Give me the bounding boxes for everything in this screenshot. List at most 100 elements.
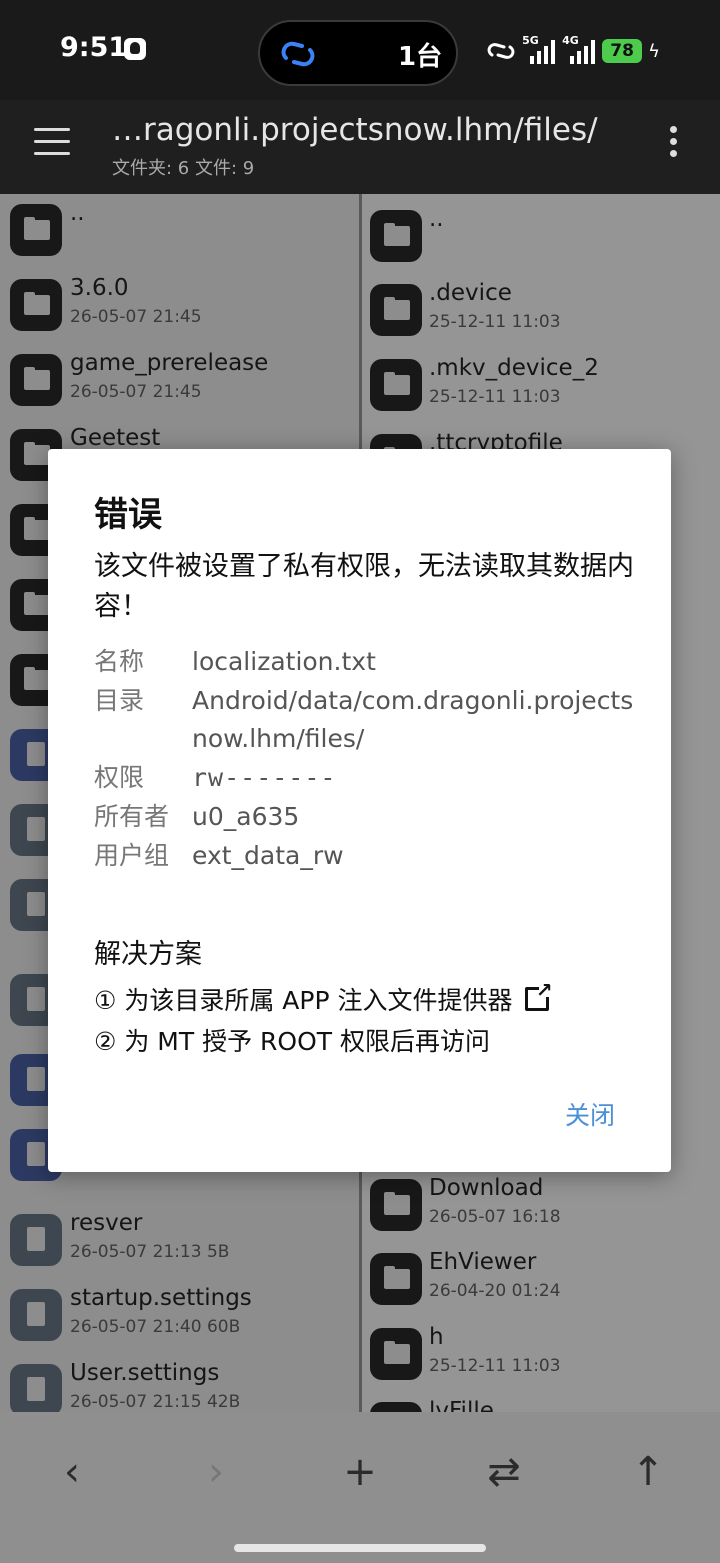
file-name: .. bbox=[429, 206, 444, 232]
file-list-item[interactable]: .mkv_device_2 25-12-11 11:03 bbox=[362, 351, 720, 426]
forward-button[interactable]: › bbox=[186, 1442, 246, 1502]
add-button[interactable]: + bbox=[330, 1442, 390, 1502]
net2-label: 4G bbox=[562, 34, 579, 47]
file-name: .. bbox=[70, 200, 85, 226]
solution-title: 解决方案 bbox=[94, 939, 202, 970]
info-key: 权限 bbox=[94, 763, 145, 792]
folder-file-count: 文件夹: 6 文件: 9 bbox=[112, 158, 255, 179]
external-link-icon[interactable] bbox=[524, 978, 553, 1011]
parent-directory-button[interactable]: ↑ bbox=[618, 1442, 678, 1502]
file-name: lvFille bbox=[429, 1398, 494, 1412]
info-row-owner: 所有者 u0_a635 bbox=[94, 798, 634, 836]
file-meta: 25-12-11 11:03 bbox=[429, 387, 561, 407]
status-bar: 9:51 1台 5G 4G 78 ϟ bbox=[0, 0, 720, 100]
file-icon bbox=[10, 1364, 62, 1412]
file-list-item[interactable]: 3.6.0 26-05-07 21:45 bbox=[0, 271, 359, 346]
file-list-item[interactable]: User.settings 26-05-07 21:15 42B bbox=[0, 1356, 359, 1412]
solution-inject-provider[interactable]: ① 为该目录所属 APP 注入文件提供器 bbox=[94, 978, 553, 1017]
folder-icon bbox=[370, 1253, 422, 1305]
file-name: .device bbox=[429, 280, 512, 306]
file-list-item[interactable]: game_prerelease 26-05-07 21:45 bbox=[0, 346, 359, 421]
info-row-name: 名称 localization.txt bbox=[94, 643, 634, 681]
info-row-group: 用户组 ext_data_rw bbox=[94, 837, 634, 875]
file-meta: 26-05-07 21:13 5B bbox=[70, 1242, 230, 1262]
file-meta: 26-04-20 01:24 bbox=[429, 1281, 561, 1301]
info-row-directory: 目录 Android/data/com.dragonli.projectsnow… bbox=[94, 682, 634, 758]
file-list-item[interactable]: .. bbox=[362, 202, 720, 277]
info-key: 所有者 bbox=[94, 802, 170, 831]
file-meta: 26-05-07 21:40 60B bbox=[70, 1317, 241, 1337]
file-name: .mkv_device_2 bbox=[429, 355, 599, 381]
menu-icon[interactable] bbox=[34, 128, 70, 156]
swap-panes-button[interactable]: ⇄ bbox=[474, 1442, 534, 1502]
file-meta: 25-12-11 11:03 bbox=[429, 1356, 561, 1376]
info-value: ext_data_rw bbox=[192, 841, 344, 870]
file-list-item[interactable]: h 25-12-11 11:03 bbox=[362, 1320, 720, 1395]
folder-icon bbox=[370, 1328, 422, 1380]
error-dialog: 错误 该文件被设置了私有权限，无法读取其数据内容！ 名称 localizatio… bbox=[48, 449, 671, 1172]
hotspot-link-icon bbox=[487, 43, 515, 59]
bottom-toolbar: ‹ › + ⇄ ↑ bbox=[0, 1412, 720, 1563]
file-list-item[interactable]: lvFille bbox=[362, 1394, 720, 1412]
solution-root: ② 为 MT 授予 ROOT 权限后再访问 bbox=[94, 1022, 490, 1058]
info-value: u0_a635 bbox=[192, 802, 300, 831]
info-value: Android/data/com.dragonli.projectsnow.lh… bbox=[192, 686, 634, 753]
island-text: 1台 bbox=[398, 42, 443, 72]
notification-icon bbox=[124, 38, 146, 60]
file-list-item[interactable]: .device 25-12-11 11:03 bbox=[362, 276, 720, 351]
file-meta: 26-05-07 21:15 42B bbox=[70, 1392, 241, 1412]
file-name: 3.6.0 bbox=[70, 275, 129, 301]
info-value: localization.txt bbox=[192, 647, 376, 676]
back-button[interactable]: ‹ bbox=[42, 1442, 102, 1502]
info-key: 用户组 bbox=[94, 841, 170, 870]
file-icon bbox=[10, 1214, 62, 1266]
info-value: rw------- bbox=[192, 763, 337, 792]
home-indicator[interactable] bbox=[234, 1544, 486, 1552]
file-name: Download bbox=[429, 1175, 544, 1201]
file-info: 名称 localization.txt 目录 Android/data/com.… bbox=[94, 643, 634, 876]
file-name: User.settings bbox=[70, 1360, 220, 1386]
status-time: 9:51 bbox=[60, 32, 128, 63]
file-list-item[interactable]: Download 26-05-07 16:18 bbox=[362, 1171, 720, 1246]
link-icon bbox=[281, 41, 315, 67]
file-name: startup.settings bbox=[70, 1285, 252, 1311]
file-list-item[interactable]: .. bbox=[0, 196, 359, 271]
file-list-item[interactable]: EhViewer 26-04-20 01:24 bbox=[362, 1245, 720, 1320]
dialog-title: 错误 bbox=[94, 495, 162, 535]
file-list-item[interactable]: resver 26-05-07 21:13 5B bbox=[0, 1206, 359, 1281]
file-meta: 26-05-07 21:45 bbox=[70, 382, 202, 402]
file-name: h bbox=[429, 1324, 444, 1350]
folder-icon bbox=[10, 204, 62, 256]
battery-icon: 78 bbox=[602, 39, 643, 63]
file-icon bbox=[10, 1289, 62, 1341]
net1-label: 5G bbox=[522, 34, 539, 47]
screen: 9:51 1台 5G 4G 78 ϟ …ragonli.projectsnow.… bbox=[0, 0, 720, 1563]
close-button[interactable]: 关闭 bbox=[565, 1096, 615, 1132]
file-meta: 25-12-11 11:03 bbox=[429, 312, 561, 332]
info-key: 名称 bbox=[94, 647, 145, 676]
path-title: …ragonli.projectsnow.lhm/files/ bbox=[112, 112, 598, 148]
solution2-text: ② 为 MT 授予 ROOT 权限后再访问 bbox=[94, 1027, 490, 1056]
signal-4g-icon: 4G bbox=[562, 34, 596, 64]
solution1-text: ① 为该目录所属 APP 注入文件提供器 bbox=[94, 986, 513, 1015]
charging-icon: ϟ bbox=[648, 40, 660, 62]
dialog-message: 该文件被设置了私有权限，无法读取其数据内容！ bbox=[94, 551, 634, 622]
file-name: resver bbox=[70, 1210, 143, 1236]
file-name: Geetest bbox=[70, 425, 161, 451]
folder-icon bbox=[10, 354, 62, 406]
file-name: game_prerelease bbox=[70, 350, 269, 376]
signal-5g-icon: 5G bbox=[522, 34, 556, 64]
more-options-icon[interactable] bbox=[670, 126, 680, 160]
dynamic-island[interactable]: 1台 bbox=[258, 20, 458, 86]
folder-icon bbox=[370, 210, 422, 262]
folder-icon bbox=[370, 1402, 422, 1412]
file-list-item[interactable]: startup.settings 26-05-07 21:40 60B bbox=[0, 1281, 359, 1356]
folder-icon bbox=[10, 279, 62, 331]
info-row-permission: 权限 rw------- bbox=[94, 759, 634, 797]
status-icons: 5G 4G 78 ϟ bbox=[486, 34, 660, 66]
info-key: 目录 bbox=[94, 686, 145, 715]
folder-icon bbox=[370, 359, 422, 411]
folder-icon bbox=[370, 1179, 422, 1231]
folder-icon bbox=[370, 284, 422, 336]
file-name: EhViewer bbox=[429, 1249, 537, 1275]
